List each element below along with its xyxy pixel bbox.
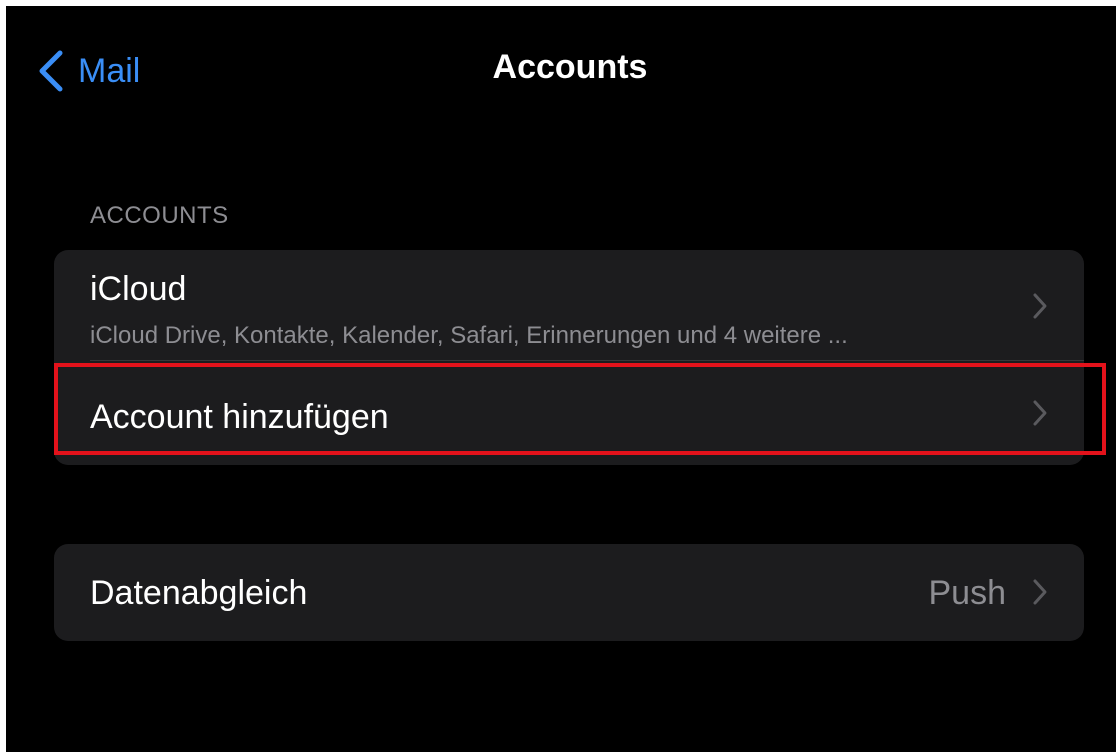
navigation-bar: Mail Accounts (6, 6, 1116, 126)
icloud-account-subtitle: iCloud Drive, Kontakte, Kalender, Safari… (90, 322, 848, 349)
chevron-right-icon (1033, 579, 1047, 605)
settings-screen: Mail Accounts ACCOUNTS iCloud iCloud Dri… (6, 6, 1116, 752)
page-title: Accounts (492, 48, 648, 86)
chevron-right-icon (1033, 293, 1047, 319)
accounts-group: iCloud iCloud Drive, Kontakte, Kalender,… (54, 250, 1084, 465)
section-header-accounts: ACCOUNTS (90, 202, 229, 229)
icloud-account-row[interactable]: iCloud iCloud Drive, Kontakte, Kalender,… (54, 250, 1084, 360)
data-sync-title: Datenabgleich (90, 574, 308, 612)
add-account-title: Account hinzufügen (90, 398, 389, 436)
data-sync-row[interactable]: Datenabgleich Push (54, 544, 1084, 641)
icloud-account-title: iCloud (90, 270, 187, 308)
data-sync-value: Push (928, 574, 1007, 612)
add-account-row[interactable]: Account hinzufügen (54, 361, 1084, 465)
sync-group: Datenabgleich Push (54, 544, 1084, 641)
chevron-right-icon (1033, 400, 1047, 426)
